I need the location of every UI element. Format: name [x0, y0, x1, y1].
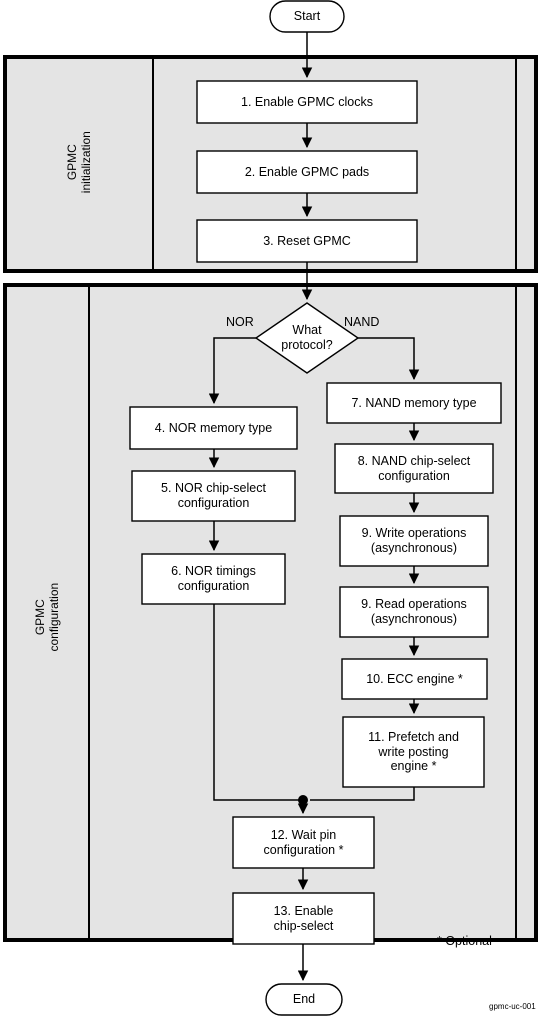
- optional-footnote: * Optional: [437, 934, 492, 948]
- node-shape-step7: [326, 382, 502, 424]
- branch-label-nor: NOR: [226, 315, 254, 329]
- merge-junction-dot: [298, 795, 308, 805]
- node-shape-step11: [342, 716, 485, 788]
- node-shape-step6: [141, 553, 286, 605]
- swimlane-label-gpmc-initialization: GPMC initialization: [64, 131, 93, 194]
- node-shape-step9r: [339, 586, 489, 638]
- end-terminal-shape: [265, 983, 343, 1016]
- diagram-watermark: gpmc-uc-001: [489, 1002, 536, 1011]
- start-terminal-shape: [269, 0, 345, 33]
- node-shape-step3: [196, 219, 418, 263]
- node-shape-step1: [196, 80, 418, 124]
- flowchart-canvas: Start 1. Enable GPMC clocks 2. Enable GP…: [0, 0, 541, 1018]
- node-shape-step9w: [339, 515, 489, 567]
- swimlane-label-gpmc-configuration: GPMC configuration: [32, 582, 61, 652]
- node-shape-step4: [129, 406, 298, 450]
- node-shape-step12: [232, 816, 375, 869]
- node-shape-step5: [131, 470, 296, 522]
- branch-label-nand: NAND: [344, 315, 380, 329]
- node-shape-step10: [341, 658, 488, 700]
- node-shape-step13: [232, 892, 375, 945]
- node-shape-step8: [334, 443, 494, 494]
- node-shape-step2: [196, 150, 418, 194]
